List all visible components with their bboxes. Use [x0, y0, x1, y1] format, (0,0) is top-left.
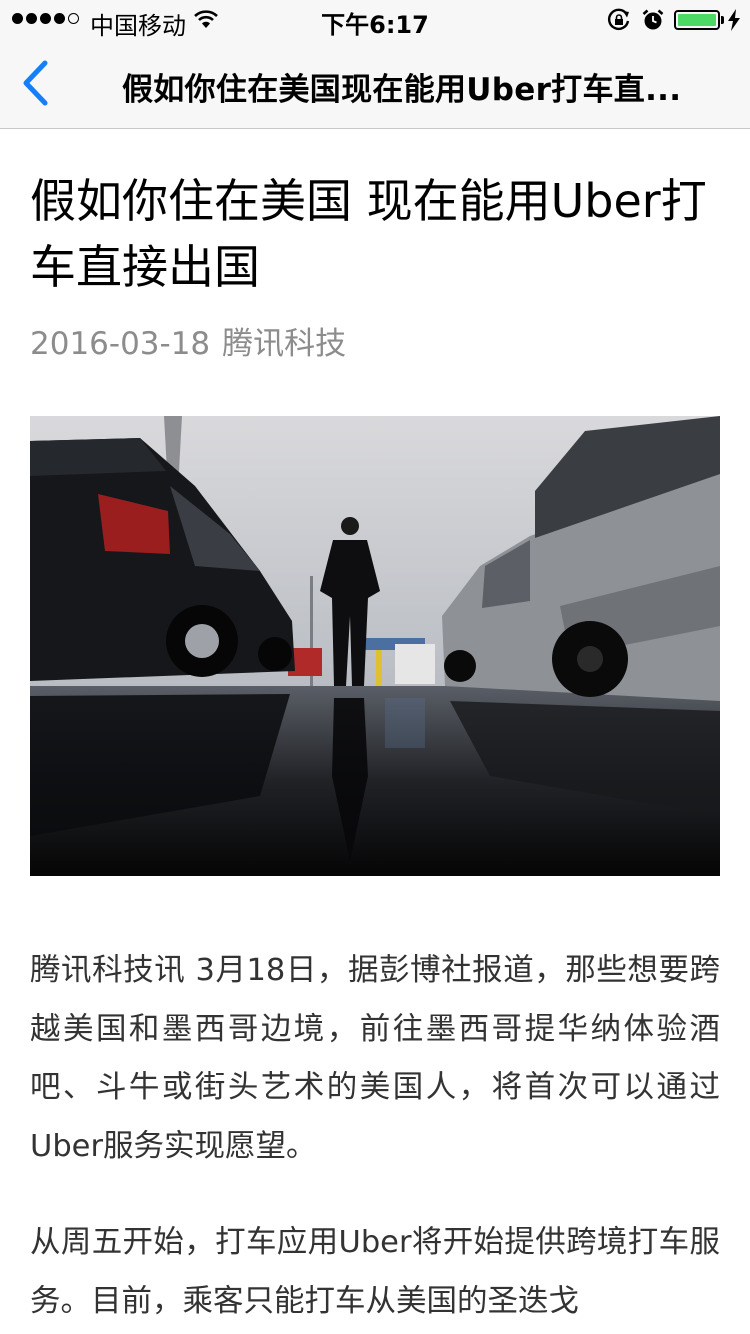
back-button[interactable]: [10, 58, 60, 108]
article-paragraph: 腾讯科技讯 3月18日，据彭博社报道，那些想要跨越美国和墨西哥边境，前往墨西哥提…: [30, 953, 720, 1164]
navigation-bar: 假如你住在美国现在能用Uber打车直...: [0, 40, 750, 129]
charging-bolt-icon: [727, 9, 741, 35]
article-date: 2016-03-18: [30, 326, 211, 362]
status-time: 下午6:17: [321, 11, 429, 39]
chevron-left-icon: [23, 60, 48, 106]
rotation-lock-icon: [606, 8, 632, 36]
article-hero-image[interactable]: [30, 416, 720, 876]
article-meta: 2016-03-18 腾讯科技: [30, 318, 346, 363]
battery-icon: [674, 10, 720, 30]
article-source-link[interactable]: 腾讯科技: [222, 326, 346, 362]
nav-title: 假如你住在美国现在能用Uber打车直...: [122, 72, 682, 108]
article-paragraph: 从周五开始，打车应用Uber将开始提供跨境打车服务。目前，乘客只能打车从美国的圣…: [30, 1225, 720, 1319]
article-title: 假如你住在美国 现在能用Uber打车直接出国: [30, 174, 707, 294]
alarm-clock-icon: [641, 8, 665, 36]
status-bar: 中国移动 下午6:17: [0, 0, 750, 40]
battery-fill: [678, 14, 716, 26]
battery-cap: [721, 16, 724, 24]
